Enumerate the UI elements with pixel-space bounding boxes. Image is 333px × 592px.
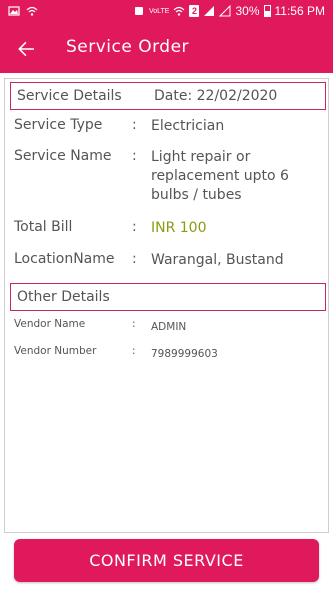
status-right: VoLTE 2 30% 11:56 PM xyxy=(133,4,325,18)
signal-icon xyxy=(204,6,215,16)
vendor-name-value: ADMIN xyxy=(151,321,187,333)
vendor-number-label: Vendor Number xyxy=(14,345,97,357)
battery-percent: 30% xyxy=(235,4,260,18)
arrow-left-icon xyxy=(18,41,34,57)
back-button[interactable] xyxy=(14,37,38,61)
service-name-label: Service Name xyxy=(14,148,112,164)
total-bill-value: INR 100 xyxy=(151,220,207,236)
vendor-number-value: 7989999603 xyxy=(151,348,218,360)
wifi-signal-icon xyxy=(174,6,185,16)
service-type-label: Service Type xyxy=(14,117,103,133)
separator: : xyxy=(132,117,137,133)
battery-icon xyxy=(263,5,271,17)
vendor-name-label: Vendor Name xyxy=(14,318,86,330)
service-name-value: Light repair or replacement upto 6 bulbs… xyxy=(151,149,289,203)
service-details-header: Service Details Date: 22/02/2020 xyxy=(10,82,326,110)
separator: : xyxy=(132,148,137,164)
service-details-heading: Service Details xyxy=(17,88,122,104)
separator: : xyxy=(132,345,136,357)
sim-badge: 2 xyxy=(189,5,200,17)
location-value: Warangal, Bustand xyxy=(151,252,284,268)
separator: : xyxy=(132,219,137,235)
other-details-heading: Other Details xyxy=(17,289,110,305)
status-left xyxy=(8,5,38,17)
page-title: Service Order xyxy=(66,37,190,57)
clock: 11:56 PM xyxy=(274,4,325,18)
order-date: Date: 22/02/2020 xyxy=(154,88,278,104)
service-type-value: Electrician xyxy=(151,118,225,134)
status-bar: VoLTE 2 30% 11:56 PM xyxy=(0,0,333,24)
gallery-icon xyxy=(8,6,20,16)
signal-2-icon xyxy=(219,5,231,17)
separator: : xyxy=(132,318,136,330)
alarm-icon xyxy=(134,7,143,15)
location-label: LocationName xyxy=(14,251,115,267)
app-bar: Service Order xyxy=(0,24,333,73)
volte-badge: VoLTE xyxy=(148,7,170,15)
order-card: Service Details Date: 22/02/2020 Service… xyxy=(4,78,329,533)
total-bill-label: Total Bill xyxy=(14,219,73,235)
other-details-header: Other Details xyxy=(10,283,326,311)
confirm-service-button[interactable]: CONFIRM SERVICE xyxy=(14,539,319,582)
separator: : xyxy=(132,251,137,267)
wifi-icon xyxy=(26,6,38,16)
